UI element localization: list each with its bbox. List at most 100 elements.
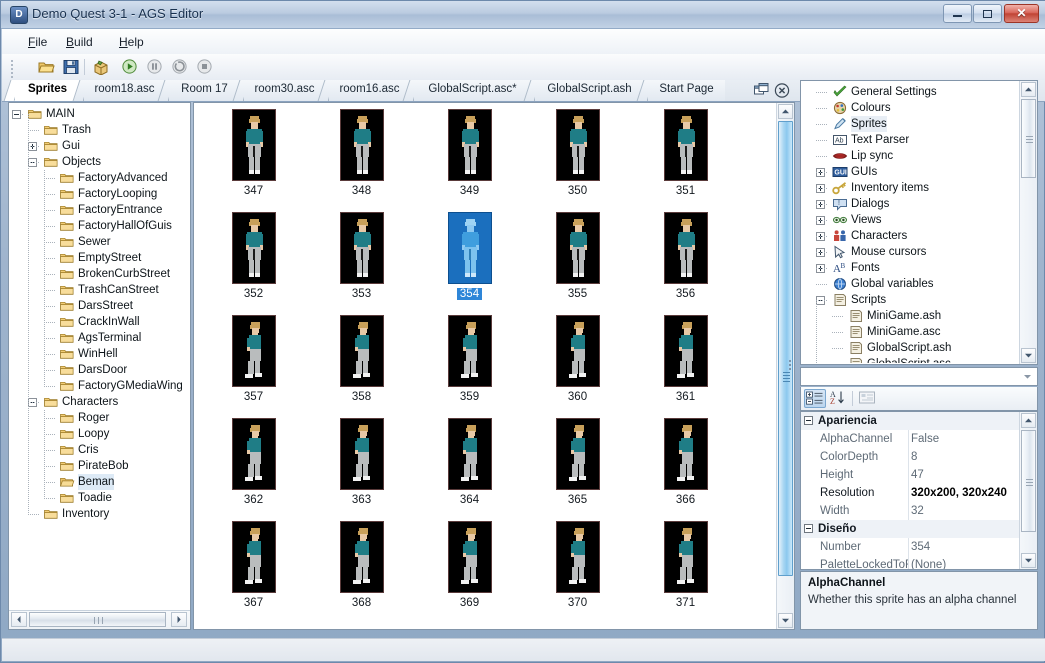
sprite-thumbnail[interactable]: [664, 212, 708, 284]
property-row[interactable]: PaletteLockedToRo(None): [801, 556, 1022, 570]
sprite-thumbnail[interactable]: [232, 521, 276, 593]
sprite-thumbnail[interactable]: [448, 418, 492, 490]
property-row[interactable]: Width32: [801, 502, 1022, 520]
property-row[interactable]: AlphaChannelFalse: [801, 430, 1022, 448]
sprite-item[interactable]: 364: [416, 416, 523, 519]
sprite-thumbnail[interactable]: [340, 315, 384, 387]
property-value[interactable]: 8: [911, 448, 1019, 466]
sprite-item[interactable]: 357: [200, 313, 307, 416]
project-scroll-down-button[interactable]: [1021, 348, 1036, 363]
sprite-grid-panel[interactable]: 3473483493503513523533543553563573583593…: [193, 102, 795, 630]
folder-tree-hscrollbar[interactable]: [9, 610, 190, 629]
property-value[interactable]: False: [911, 430, 1019, 448]
collapse-icon[interactable]: [12, 110, 21, 119]
panel-splitter[interactable]: [787, 102, 793, 630]
tab-start-page[interactable]: Start Page: [647, 80, 725, 101]
sprite-item[interactable]: 367: [200, 519, 307, 622]
sprite-thumbnail[interactable]: [232, 212, 276, 284]
sprite-item[interactable]: 370: [524, 519, 631, 622]
toolbar-grip[interactable]: [10, 60, 14, 75]
sprite-thumbnail[interactable]: [556, 109, 600, 181]
sprite-thumbnail[interactable]: [448, 315, 492, 387]
sprite-folder-tree-panel[interactable]: MAINTrashGuiObjectsFactoryAdvancedFactor…: [8, 102, 191, 630]
property-grid-vscrollbar[interactable]: [1019, 412, 1037, 569]
sprite-thumbnail[interactable]: [664, 418, 708, 490]
sprite-thumbnail[interactable]: [448, 109, 492, 181]
alphabetic-sort-button[interactable]: A Z: [828, 389, 850, 408]
sprite-thumbnail[interactable]: [448, 521, 492, 593]
sprite-thumbnail[interactable]: [556, 521, 600, 593]
sprite-item[interactable]: 355: [524, 210, 631, 313]
property-row[interactable]: Height47: [801, 466, 1022, 484]
project-tree-vscrollbar[interactable]: [1019, 81, 1037, 364]
sprite-thumbnail[interactable]: [232, 315, 276, 387]
sprite-thumbnail[interactable]: [232, 418, 276, 490]
sprite-item[interactable]: 362: [200, 416, 307, 519]
property-scroll-down-button[interactable]: [1021, 553, 1036, 568]
sprite-thumbnail[interactable]: [556, 212, 600, 284]
sprite-grid[interactable]: 3473483493503513523533543553563573583593…: [194, 103, 777, 613]
sprite-item[interactable]: 369: [416, 519, 523, 622]
sprite-thumbnail[interactable]: [556, 418, 600, 490]
property-category-row[interactable]: Diseño: [801, 520, 1022, 538]
minimize-button[interactable]: [943, 4, 972, 23]
property-row[interactable]: Resolution320x200, 320x240: [801, 484, 1022, 502]
property-category-row[interactable]: Apariencia: [801, 412, 1022, 430]
sprite-item[interactable]: 350: [524, 107, 631, 210]
sprite-item[interactable]: 354: [416, 210, 523, 313]
menu-help[interactable]: Help: [113, 34, 150, 50]
sprite-item[interactable]: 352: [200, 210, 307, 313]
folder-tree-hscroll-thumb[interactable]: [29, 612, 166, 627]
tab-globalscript-ash[interactable]: GlobalScript.ash: [534, 80, 644, 101]
maximize-button[interactable]: [973, 4, 1002, 23]
sprite-item[interactable]: 360: [524, 313, 631, 416]
scroll-right-button[interactable]: [171, 612, 187, 627]
sprite-thumbnail[interactable]: [664, 109, 708, 181]
sprite-item[interactable]: 347: [200, 107, 307, 210]
property-grid-vscroll-thumb[interactable]: [1021, 430, 1036, 532]
save-button[interactable]: [60, 57, 82, 77]
property-grid[interactable]: AparienciaAlphaChannelFalseColorDepth8He…: [800, 411, 1038, 570]
property-row[interactable]: Number354: [801, 538, 1022, 556]
sprite-item[interactable]: 363: [308, 416, 415, 519]
sprite-item[interactable]: 365: [524, 416, 631, 519]
sprite-item[interactable]: 348: [308, 107, 415, 210]
project-explorer-panel[interactable]: General SettingsColoursSpritesAbText Par…: [800, 80, 1038, 365]
property-row[interactable]: ColorDepth8: [801, 448, 1022, 466]
menu-file[interactable]: File: [22, 34, 53, 50]
sprite-item[interactable]: 359: [416, 313, 523, 416]
tab-room18-asc[interactable]: room18.asc: [83, 80, 165, 101]
sprite-item[interactable]: 349: [416, 107, 523, 210]
property-value[interactable]: 354: [911, 538, 1019, 556]
property-pages-button[interactable]: [857, 389, 879, 408]
sprite-item[interactable]: 351: [632, 107, 739, 210]
categorized-view-button[interactable]: [804, 389, 826, 408]
window-list-button[interactable]: [753, 82, 771, 99]
sprite-thumbnail[interactable]: [340, 418, 384, 490]
sprite-item[interactable]: 368: [308, 519, 415, 622]
close-button[interactable]: ✕: [1004, 4, 1039, 23]
sprite-thumbnail[interactable]: [340, 109, 384, 181]
tab-sprites[interactable]: Sprites: [14, 80, 80, 101]
sprite-thumbnail[interactable]: [664, 315, 708, 387]
sprite-item[interactable]: 353: [308, 210, 415, 313]
tab-globalscript-asc[interactable]: GlobalScript.asc*: [413, 80, 531, 101]
property-value[interactable]: 32: [911, 502, 1019, 520]
sprite-item[interactable]: 361: [632, 313, 739, 416]
scroll-left-button[interactable]: [11, 612, 27, 627]
sprite-thumbnail[interactable]: [664, 521, 708, 593]
sprite-thumbnail[interactable]: [340, 521, 384, 593]
sprite-item[interactable]: 356: [632, 210, 739, 313]
step-button[interactable]: [169, 57, 191, 77]
property-scroll-up-button[interactable]: [1021, 413, 1036, 428]
folder-tree[interactable]: MAINTrashGuiObjectsFactoryAdvancedFactor…: [9, 103, 190, 611]
run-button[interactable]: [119, 57, 141, 77]
tab-room30-asc[interactable]: room30.asc: [243, 80, 325, 101]
menu-build[interactable]: Build: [60, 34, 99, 50]
collapse-icon[interactable]: [804, 416, 813, 425]
sprite-thumbnail[interactable]: [556, 315, 600, 387]
sprite-item[interactable]: 366: [632, 416, 739, 519]
close-tab-button[interactable]: [773, 82, 791, 99]
pause-button[interactable]: [144, 57, 166, 77]
sprite-thumbnail[interactable]: [340, 212, 384, 284]
